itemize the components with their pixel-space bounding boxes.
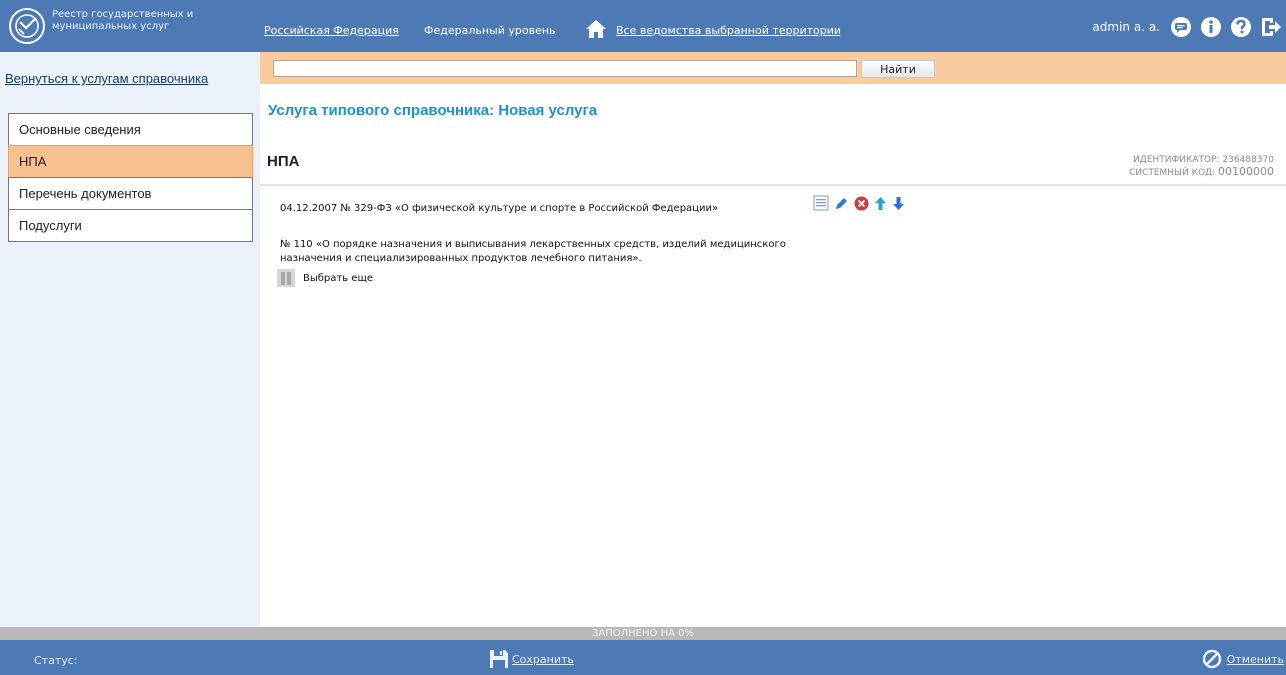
details-icon[interactable] — [813, 195, 829, 211]
chat-icon[interactable] — [1170, 16, 1192, 38]
search-input[interactable] — [273, 60, 857, 77]
select-more-button[interactable]: Выбрать еще — [277, 269, 373, 287]
sidebar-item-main-info[interactable]: Основные сведения — [8, 113, 253, 146]
region-link[interactable]: Российская Федерация — [264, 24, 399, 37]
top-header: Реестр государственных и муниципальных у… — [0, 0, 1286, 52]
registry-title-line-1: Реестр государственных и — [52, 9, 194, 20]
section-title: НПА — [267, 153, 300, 170]
departments-link[interactable]: Все ведомства выбранной территории — [616, 24, 841, 37]
search-bar: Найти — [260, 52, 1286, 84]
status-label: Статус: — [34, 654, 78, 667]
sidebar: Вернуться к услугам справочника Основные… — [0, 52, 260, 627]
logout-icon[interactable] — [1260, 16, 1282, 38]
registry-title-line-2: муниципальных услуг — [52, 21, 170, 32]
add-document-icon — [277, 269, 295, 287]
delete-icon[interactable] — [854, 196, 869, 211]
info-icon[interactable] — [1200, 16, 1222, 38]
identifier-label: ИДЕНТИФИКАТОР: — [1133, 155, 1220, 165]
section-divider — [260, 184, 1286, 186]
sidebar-menu: Основные сведения НПА Перечень документо… — [8, 113, 253, 242]
help-icon[interactable] — [1230, 16, 1252, 38]
user-toolbar: admin a. a. — [1092, 16, 1282, 38]
npa-document-item[interactable]: 04.12.2007 № 329-ФЗ «О физической культу… — [280, 203, 718, 214]
cancel-label: Отменить — [1226, 652, 1284, 666]
save-icon — [490, 650, 508, 668]
registry-logo-icon[interactable] — [8, 7, 48, 45]
fill-progress-bar: ЗАПОЛНЕНО НА 0% — [0, 627, 1286, 640]
service-identifiers: ИДЕНТИФИКАТОР: 236488370 СИСТЕМНЫЙ КОД: … — [1129, 154, 1274, 179]
fill-progress-text: ЗАПОЛНЕНО НА 0% — [592, 628, 694, 639]
system-code-row: СИСТЕМНЫЙ КОД: 00100000 — [1129, 166, 1274, 179]
save-label: Сохранить — [512, 652, 574, 666]
npa-document-item[interactable]: № 110 «О порядке назначения и выписывани… — [280, 238, 840, 266]
edit-icon[interactable] — [834, 196, 849, 211]
user-name[interactable]: admin a. a. — [1092, 20, 1160, 34]
bottom-toolbar: Статус: Сохранить Отменить — [0, 640, 1286, 675]
select-more-label: Выбрать еще — [303, 272, 374, 284]
sidebar-item-subservices[interactable]: Подуслуги — [8, 209, 253, 242]
identifier-value: 236488370 — [1222, 155, 1274, 165]
level-label[interactable]: Федеральный уровень — [424, 24, 556, 37]
system-code-value: 00100000 — [1218, 165, 1274, 178]
home-icon[interactable] — [585, 19, 607, 39]
back-to-services-link[interactable]: Вернуться к услугам справочника — [5, 71, 208, 86]
cancel-icon — [1202, 649, 1221, 669]
search-button[interactable]: Найти — [861, 60, 935, 78]
page-title: Услуга типового справочника: Новая услуг… — [268, 102, 598, 119]
sidebar-item-documents-list[interactable]: Перечень документов — [8, 177, 253, 210]
save-button[interactable]: Сохранить — [489, 649, 574, 669]
cancel-button[interactable]: Отменить — [1202, 649, 1284, 669]
registry-title: Реестр государственных и муниципальных у… — [52, 9, 193, 33]
system-code-label: СИСТЕМНЫЙ КОД: — [1129, 168, 1216, 178]
document-actions — [813, 195, 905, 211]
sidebar-item-npa[interactable]: НПА — [8, 145, 253, 178]
move-down-icon[interactable] — [892, 196, 905, 211]
move-up-icon[interactable] — [874, 196, 887, 211]
